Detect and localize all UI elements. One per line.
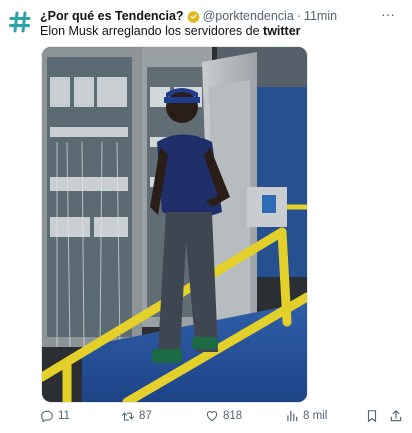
photo-illustration — [42, 47, 307, 402]
bookmark-button[interactable] — [365, 409, 383, 423]
hashtag-logo-icon[interactable] — [8, 10, 32, 34]
tweet-text: Elon Musk arreglando los servidores de t… — [40, 23, 380, 39]
retweet-button[interactable]: 87 — [121, 409, 152, 423]
tweet-text-bold: twitter — [263, 24, 301, 38]
bookmark-icon — [367, 410, 377, 422]
share-icon — [390, 410, 402, 422]
views-button[interactable]: 8 mil — [285, 409, 327, 423]
author-name[interactable]: ¿Por qué es Tendencia? — [40, 9, 184, 23]
reply-icon — [41, 410, 53, 423]
more-options-icon[interactable]: ··· — [378, 6, 398, 26]
tweet[interactable]: ¿Por qué es Tendencia? @porktendencia · … — [0, 0, 412, 433]
separator-dot: · — [296, 9, 301, 23]
reply-count: 11 — [58, 410, 70, 422]
retweet-count: 87 — [139, 410, 152, 422]
retweet-icon — [121, 412, 135, 421]
like-count: 818 — [223, 410, 243, 422]
views-chart-icon — [287, 410, 298, 422]
heart-icon — [206, 411, 218, 422]
tweet-time[interactable]: 11min — [304, 9, 337, 23]
tweet-photo[interactable] — [41, 46, 308, 403]
like-button[interactable]: 818 — [205, 409, 242, 423]
author-handle[interactable]: @porktendencia — [203, 9, 294, 23]
tweet-text-body: Elon Musk arreglando los servidores de — [40, 24, 264, 38]
reply-button[interactable]: 11 — [40, 409, 70, 423]
share-button[interactable] — [389, 409, 407, 423]
views-count: 8 mil — [303, 410, 328, 422]
tweet-actions: 11 87 818 8 mil — [40, 406, 402, 426]
verified-check-icon — [186, 10, 200, 23]
